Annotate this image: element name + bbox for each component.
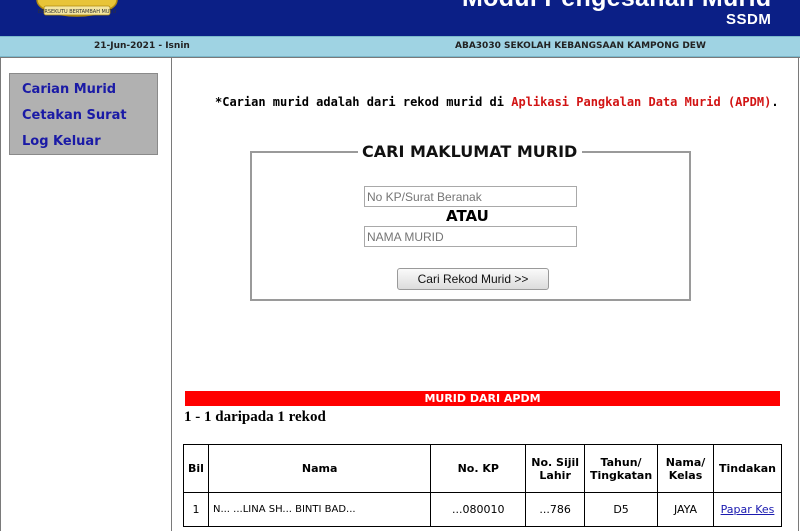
search-button[interactable]: Cari Rekod Murid >>	[397, 268, 549, 290]
divider	[0, 57, 800, 58]
cell-nama: N... ...LINA SH... BINTI BAD...	[207, 492, 432, 527]
table-header-row: Bil Nama No. KP No. Sijil Lahir Tahun/ T…	[183, 444, 783, 493]
search-legend: CARI MAKLUMAT MURID	[362, 142, 578, 161]
sidebar-left-border	[0, 57, 1, 531]
column-header-kelas: Nama/ Kelas	[657, 444, 714, 493]
info-bar: 21-Jun-2021 - Isnin ABA3030 SEKOLAH KEBA…	[0, 36, 800, 57]
school-name: ABA3030 SEKOLAH KEBANGSAAN KAMPONG DEW	[455, 41, 706, 51]
sidebar-divider	[171, 57, 172, 531]
crest-logo-icon: BERSEKUTU BERTAMBAH MUTU	[36, 0, 118, 17]
sidebar-menu: Carian Murid Cetakan Surat Log Keluar	[9, 73, 158, 155]
results-banner: MURID DARI APDM	[185, 391, 780, 406]
column-header-sijil-lahir: No. Sijil Lahir	[525, 444, 586, 493]
cell-bil: 1	[183, 492, 209, 527]
fieldset-border	[250, 151, 358, 153]
name-search-input[interactable]	[364, 226, 577, 247]
cell-tindakan: Papar Kes	[712, 492, 783, 527]
sidebar-item-cetakan-surat[interactable]: Cetakan Surat	[22, 108, 127, 123]
app-title: Modul Pengesahan Murid	[462, 0, 771, 13]
notice-suffix: .	[771, 95, 779, 109]
notice-apdm-link-text: Aplikasi Pangkalan Data Murid (APDM)	[511, 95, 772, 109]
fieldset-border	[582, 151, 691, 153]
header-banner: BERSEKUTU BERTAMBAH MUTU Modul Pengesaha…	[0, 0, 800, 36]
record-count: 1 - 1 daripada 1 rekod	[184, 409, 326, 425]
kp-search-input[interactable]	[364, 186, 577, 207]
column-header-no-kp: No. KP	[430, 444, 527, 493]
column-header-tahun: Tahun/ Tingkatan	[584, 444, 659, 493]
svg-text:BERSEKUTU BERTAMBAH MUTU: BERSEKUTU BERTAMBAH MUTU	[38, 9, 117, 15]
column-header-nama: Nama	[207, 444, 432, 493]
results-table: Bil Nama No. KP No. Sijil Lahir Tahun/ T…	[183, 444, 783, 527]
sidebar-item-carian-murid[interactable]: Carian Murid	[22, 82, 116, 97]
current-date: 21-Jun-2021 - Isnin	[94, 41, 190, 51]
table-row: 1 N... ...LINA SH... BINTI BAD... ...080…	[183, 492, 783, 527]
cell-kelas: JAYA	[657, 492, 714, 527]
cell-sijil-lahir: ...786	[525, 492, 586, 527]
or-label: ATAU	[446, 207, 489, 225]
column-header-bil: Bil	[183, 444, 209, 493]
content-right-border	[798, 57, 799, 531]
search-notice: *Carian murid adalah dari rekod murid di…	[215, 95, 779, 109]
column-header-tindakan: Tindakan	[712, 444, 783, 493]
papar-kes-link[interactable]: Papar Kes	[721, 503, 775, 516]
notice-prefix: *Carian murid adalah dari rekod murid di	[215, 95, 512, 109]
cell-tahun: D5	[584, 492, 659, 527]
app-subtitle: SSDM	[726, 11, 772, 28]
cell-no-kp: ...080010	[430, 492, 527, 527]
sidebar-item-log-keluar[interactable]: Log Keluar	[22, 134, 101, 149]
